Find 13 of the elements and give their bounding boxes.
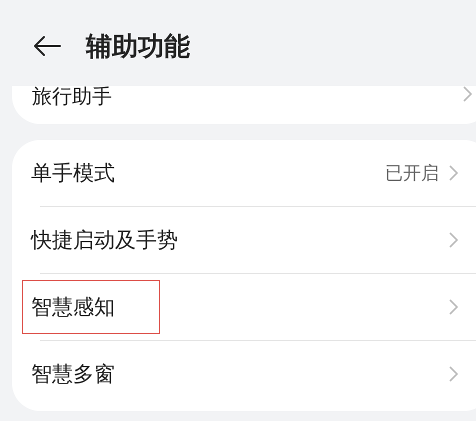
item-label[interactable]: 单手模式 bbox=[31, 149, 145, 197]
chevron-icon bbox=[449, 232, 458, 248]
item-label[interactable]: 智慧感知 bbox=[23, 281, 159, 333]
page-title: 辅助功能 bbox=[86, 30, 190, 64]
item-label[interactable]: 智慧多窗 bbox=[31, 350, 145, 398]
chevron-icon bbox=[449, 366, 458, 382]
item-label[interactable]: 旅行助手 bbox=[32, 85, 112, 107]
status-text: 已开启 bbox=[385, 162, 439, 185]
chevron-icon bbox=[449, 299, 458, 315]
chevron-icon bbox=[463, 86, 472, 102]
back-icon[interactable] bbox=[32, 35, 62, 57]
item-label[interactable]: 快捷启动及手势 bbox=[31, 216, 208, 264]
chevron-icon bbox=[449, 165, 458, 181]
